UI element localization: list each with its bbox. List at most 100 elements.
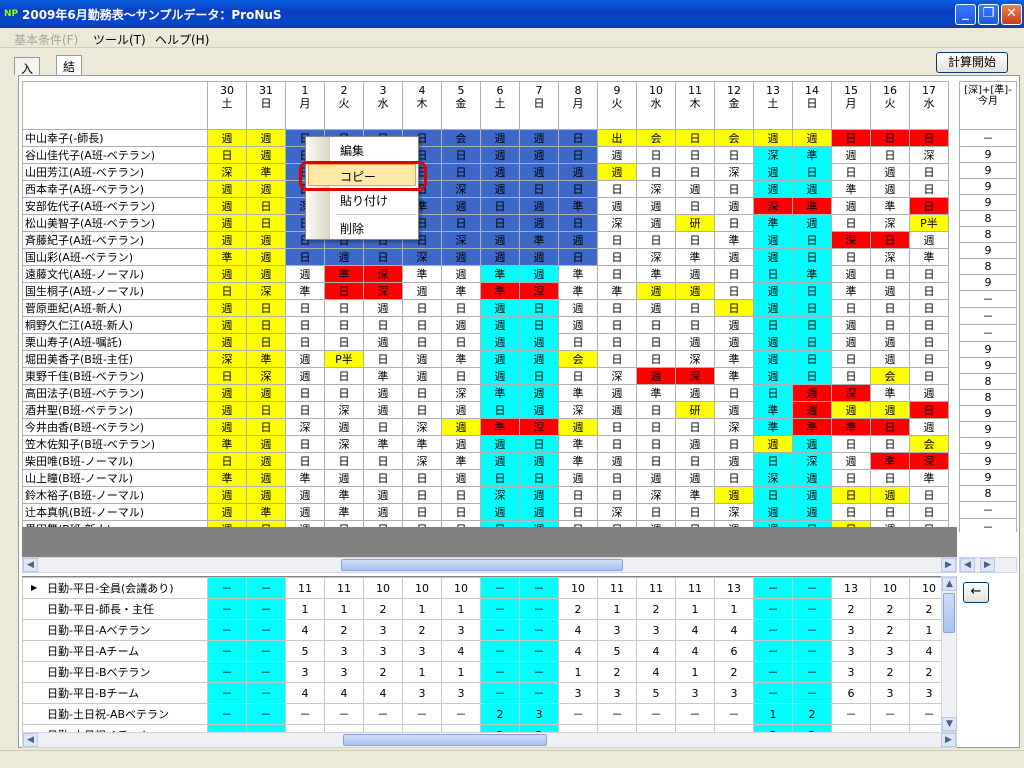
shift-cell[interactable]: 日 — [831, 469, 871, 487]
totals-cell[interactable]: 3 — [441, 619, 481, 641]
totals-cell[interactable]: － — [831, 724, 871, 732]
totals-cell[interactable]: 3 — [714, 682, 754, 704]
shift-cell[interactable]: 週 — [558, 316, 598, 334]
shift-cell[interactable]: 日 — [441, 146, 481, 164]
totals-cell[interactable]: － — [363, 724, 403, 732]
shift-cell[interactable]: 日 — [675, 503, 715, 521]
totals-cell[interactable]: － — [207, 661, 247, 683]
shift-cell[interactable]: 日 — [402, 503, 442, 521]
shift-cell[interactable]: 日 — [558, 248, 598, 266]
shift-cell[interactable]: 日 — [675, 418, 715, 436]
shift-cell[interactable]: 日 — [519, 435, 559, 453]
shift-cell[interactable]: 深 — [831, 231, 871, 249]
menu-basic-conditions[interactable]: 基本条件(F) — [14, 31, 78, 48]
totals-cell[interactable]: － — [558, 703, 598, 725]
shift-cell[interactable]: 週 — [246, 231, 286, 249]
shift-cell[interactable]: 準 — [831, 180, 871, 198]
shift-cell[interactable]: 会 — [441, 129, 481, 147]
totals-cell[interactable]: 3 — [363, 619, 403, 641]
shift-cell[interactable]: 日 — [597, 248, 637, 266]
shift-cell[interactable]: 週 — [753, 180, 793, 198]
totals-cell[interactable]: 3 — [324, 640, 364, 662]
shift-cell[interactable]: 深 — [597, 367, 637, 385]
shift-cell[interactable]: 日 — [870, 231, 910, 249]
totals-cell[interactable]: 2 — [480, 724, 520, 732]
shift-cell[interactable]: 週 — [480, 350, 520, 368]
shift-cell[interactable]: 準 — [597, 282, 637, 300]
shift-cell[interactable]: 週 — [753, 367, 793, 385]
totals-cell[interactable]: 2 — [363, 661, 403, 683]
shift-cell[interactable]: 週 — [285, 367, 325, 385]
shift-cell[interactable]: 日 — [597, 418, 637, 436]
staff-name[interactable]: 桐野久仁江(A班-新人) — [22, 316, 208, 334]
grid-horizontal-scrollbar[interactable]: ◀ ▶ — [22, 557, 957, 573]
shift-cell[interactable]: 週 — [441, 418, 481, 436]
shift-cell[interactable]: 日 — [324, 452, 364, 470]
schedule-grid[interactable]: 30 土 31 日 1 月 2 火 3 水 4 木 5 金 6 土 7 日 8 月 9 火 10 水 11 木 12 金 13 土 14 日 1… — [22, 81, 957, 532]
shift-cell[interactable]: 週 — [246, 265, 286, 283]
shift-cell[interactable]: 週 — [597, 401, 637, 419]
shift-cell[interactable]: 日 — [714, 146, 754, 164]
shift-cell[interactable]: 日 — [909, 129, 949, 147]
shift-cell[interactable]: 日 — [909, 163, 949, 181]
totals-cell[interactable]: 11 — [675, 577, 715, 599]
shift-cell[interactable]: 週 — [246, 146, 286, 164]
staff-name[interactable]: 遠藤文代(A班-ノーマル) — [22, 265, 208, 283]
totals-cell[interactable]: 5 — [285, 640, 325, 662]
shift-cell[interactable]: 日 — [831, 214, 871, 232]
totals-cell[interactable]: 2 — [363, 598, 403, 620]
staff-row[interactable]: 今井由香(B班-ベテラン) 週日深週日深週準深週日日日深準準準日週 — [22, 418, 949, 436]
totals-scroll-thumb[interactable] — [343, 734, 547, 746]
shift-cell[interactable]: 準 — [675, 248, 715, 266]
staff-row[interactable]: 柴田唯(B班-ノーマル) 日週日日日深準週週準週日日週日深週準深 — [22, 452, 949, 470]
totals-cell[interactable]: 2 — [597, 661, 637, 683]
staff-name[interactable]: 高田法子(B班-ベテラン) — [22, 384, 208, 402]
shift-cell[interactable]: 日 — [558, 333, 598, 351]
totals-cell[interactable]: 4 — [675, 640, 715, 662]
menu-item-delete[interactable]: 削除 — [340, 220, 364, 237]
shift-cell[interactable]: 深 — [324, 401, 364, 419]
shift-cell[interactable]: 深 — [441, 180, 481, 198]
shift-cell[interactable]: 日 — [480, 214, 520, 232]
shift-cell[interactable]: 日 — [285, 452, 325, 470]
shift-cell[interactable]: 週 — [480, 333, 520, 351]
shift-cell[interactable]: 日 — [597, 350, 637, 368]
totals-cell[interactable]: － — [558, 724, 598, 732]
staff-name[interactable]: 山上瞳(B班-ノーマル) — [22, 469, 208, 487]
totals-cell[interactable]: 2 — [636, 598, 676, 620]
totals-cell[interactable]: － — [207, 640, 247, 662]
shift-cell[interactable]: 週 — [363, 384, 403, 402]
shift-cell[interactable]: 日 — [324, 367, 364, 385]
shift-cell[interactable]: 週 — [753, 435, 793, 453]
shift-cell[interactable]: 準 — [831, 418, 871, 436]
shift-cell[interactable]: 週 — [519, 486, 559, 504]
staff-name[interactable]: 松山美智子(A班-ベテラン) — [22, 214, 208, 232]
shift-cell[interactable]: 週 — [207, 418, 247, 436]
scroll-right-icon[interactable]: ▶ — [941, 558, 956, 572]
shift-cell[interactable]: 日 — [675, 231, 715, 249]
shift-cell[interactable]: 日 — [246, 401, 286, 419]
shift-cell[interactable]: 週 — [636, 282, 676, 300]
totals-cell[interactable]: 2 — [558, 598, 598, 620]
totals-row[interactable]: 日勤-土日祝-ABベテラン－－－－－－－ 2 3 －－－－－ 1 2 －－－ — [22, 703, 949, 725]
shift-cell[interactable]: 準 — [519, 231, 559, 249]
shift-cell[interactable]: 週 — [285, 265, 325, 283]
shift-cell[interactable]: 週 — [753, 231, 793, 249]
shift-cell[interactable]: 日 — [441, 214, 481, 232]
shift-cell[interactable]: 週 — [207, 214, 247, 232]
shift-cell[interactable]: 日 — [675, 146, 715, 164]
shift-cell[interactable]: 週 — [480, 435, 520, 453]
totals-cell[interactable]: － — [675, 703, 715, 725]
shift-cell[interactable]: 週 — [519, 452, 559, 470]
back-arrow-button[interactable]: ← — [963, 582, 989, 603]
shift-cell[interactable]: 日 — [753, 265, 793, 283]
shift-cell[interactable]: 週 — [714, 486, 754, 504]
totals-cell[interactable]: － — [519, 640, 559, 662]
shift-cell[interactable]: 週 — [480, 367, 520, 385]
totals-cell[interactable]: － — [792, 640, 832, 662]
shift-cell[interactable]: 日 — [792, 333, 832, 351]
shift-cell[interactable]: 準 — [246, 503, 286, 521]
shift-cell[interactable]: 日 — [285, 248, 325, 266]
totals-cell[interactable]: － — [246, 724, 286, 732]
shift-cell[interactable]: 日 — [480, 197, 520, 215]
